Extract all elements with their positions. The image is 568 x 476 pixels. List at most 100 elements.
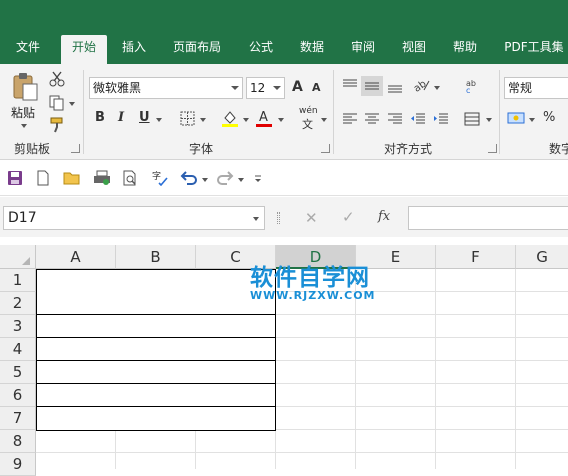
name-box[interactable]: D17: [3, 206, 265, 230]
currency-dropdown-icon[interactable]: [529, 118, 535, 122]
cancel-icon[interactable]: ✕: [305, 209, 318, 227]
customize-qat-icon[interactable]: [253, 170, 271, 188]
formula-input[interactable]: [408, 206, 568, 230]
paste-button[interactable]: 粘贴: [11, 104, 35, 121]
align-left-icon[interactable]: [340, 109, 360, 129]
align-middle-icon[interactable]: [361, 76, 383, 96]
tab-view[interactable]: 视图: [394, 35, 434, 64]
copy-icon[interactable]: [48, 94, 66, 112]
open-folder-icon[interactable]: [63, 170, 81, 188]
row-header-8[interactable]: 8: [0, 430, 36, 453]
grow-font-button[interactable]: A: [292, 79, 303, 95]
align-center-icon[interactable]: [362, 109, 382, 129]
paste-dropdown-icon[interactable]: [21, 124, 27, 128]
tab-page-layout[interactable]: 页面布局: [167, 35, 227, 64]
row-header-1[interactable]: 1: [0, 269, 36, 292]
tab-help[interactable]: 帮助: [445, 35, 485, 64]
svg-text:字: 字: [152, 170, 161, 182]
print-icon[interactable]: [93, 170, 111, 188]
increase-indent-icon[interactable]: [431, 109, 451, 129]
chevron-down-icon: [231, 86, 239, 90]
font-color-icon[interactable]: A: [254, 108, 274, 128]
font-family-value: 微软雅黑: [93, 81, 142, 95]
svg-text:c: c: [466, 86, 470, 94]
column-header-a[interactable]: A: [36, 245, 116, 269]
font-color-dropdown-icon[interactable]: [278, 118, 284, 122]
chevron-down-icon: [253, 217, 259, 221]
row-header-5[interactable]: 5: [0, 361, 36, 384]
fill-color-icon[interactable]: [220, 108, 240, 128]
row-header-3[interactable]: 3: [0, 315, 36, 338]
new-file-icon[interactable]: [35, 170, 53, 188]
align-top-icon[interactable]: [340, 76, 360, 96]
redo-icon[interactable]: [216, 170, 234, 188]
font-family-select[interactable]: 微软雅黑: [89, 77, 243, 99]
clipboard-launcher-icon[interactable]: [71, 144, 80, 153]
number-format-select[interactable]: 常规: [504, 77, 568, 99]
spreadsheet-grid: A B C D E F G 1 2 3 4 5 6 7 8 9 软件自学网 WW…: [0, 245, 568, 476]
shrink-font-button[interactable]: A: [312, 81, 321, 94]
row-header-9[interactable]: 9: [0, 453, 36, 476]
align-right-icon[interactable]: [385, 109, 405, 129]
decrease-indent-icon[interactable]: [408, 109, 428, 129]
underline-dropdown-icon[interactable]: [156, 118, 162, 122]
bold-button[interactable]: B: [95, 110, 105, 125]
column-header-g[interactable]: G: [516, 245, 568, 269]
tab-pdf-tools[interactable]: PDF工具集: [500, 35, 568, 64]
tab-data[interactable]: 数据: [292, 35, 332, 64]
row-header-2[interactable]: 2: [0, 292, 36, 315]
row-header-6[interactable]: 6: [0, 384, 36, 407]
redo-dropdown-icon[interactable]: [238, 178, 244, 182]
ribbon-tabs: 文件 开始 插入 页面布局 公式 数据 审阅 视图 帮助 PDF工具集: [0, 35, 568, 64]
select-all-corner[interactable]: [0, 245, 36, 269]
tab-file[interactable]: 文件: [8, 35, 48, 64]
cut-icon[interactable]: [48, 70, 66, 88]
font-launcher-icon[interactable]: [321, 144, 330, 153]
enter-icon[interactable]: ✓: [342, 208, 355, 226]
orientation-dropdown-icon[interactable]: [434, 86, 440, 90]
tab-review[interactable]: 审阅: [343, 35, 383, 64]
tab-insert[interactable]: 插入: [114, 35, 154, 64]
wrap-text-icon[interactable]: ab c: [462, 76, 482, 96]
watermark: 软件自学网 WWW.RJZXW.COM: [250, 265, 376, 302]
undo-dropdown-icon[interactable]: [202, 178, 208, 182]
alignment-group-label: 对齐方式: [384, 142, 433, 156]
merge-center-icon[interactable]: [462, 109, 482, 129]
phonetic-char-icon: 文: [302, 118, 313, 131]
watermark-title: 软件自学网: [250, 265, 370, 291]
spelling-icon[interactable]: 字: [151, 170, 169, 188]
borders-icon[interactable]: [178, 109, 196, 127]
quick-access-toolbar: 字: [0, 161, 568, 196]
tab-formulas[interactable]: 公式: [241, 35, 281, 64]
save-icon[interactable]: [7, 170, 25, 188]
undo-icon[interactable]: [180, 170, 198, 188]
chevron-down-icon: [273, 86, 281, 90]
italic-button[interactable]: I: [118, 110, 124, 125]
splitter-handle[interactable]: [277, 212, 280, 224]
font-size-select[interactable]: 12: [246, 77, 285, 99]
print-preview-icon[interactable]: [122, 170, 140, 188]
font-group-label: 字体: [189, 142, 214, 156]
tab-home[interactable]: 开始: [61, 35, 107, 64]
column-header-f[interactable]: F: [436, 245, 516, 269]
format-painter-icon[interactable]: [48, 116, 66, 134]
number-format-value: 常规: [508, 81, 533, 95]
column-header-b[interactable]: B: [116, 245, 196, 269]
merge-dropdown-icon[interactable]: [486, 118, 492, 122]
row-header-4[interactable]: 4: [0, 338, 36, 361]
alignment-launcher-icon[interactable]: [488, 144, 497, 153]
underline-button[interactable]: U: [139, 110, 150, 125]
copy-dropdown-icon[interactable]: [69, 102, 75, 106]
percent-button[interactable]: %: [543, 110, 555, 125]
fill-color-dropdown-icon[interactable]: [243, 118, 249, 122]
currency-icon[interactable]: [506, 108, 526, 128]
paste-icon[interactable]: [10, 72, 40, 102]
orientation-icon[interactable]: ab: [410, 74, 432, 96]
phonetic-button[interactable]: wén: [299, 106, 318, 116]
phonetic-dropdown-icon[interactable]: [321, 118, 327, 122]
align-bottom-icon[interactable]: [385, 76, 405, 96]
borders-dropdown-icon[interactable]: [200, 118, 206, 122]
insert-function-button[interactable]: fx: [378, 209, 390, 224]
ribbon: 粘贴 剪贴板 微软雅黑 12 A A B I U A wén 文 字体 ab a…: [0, 64, 568, 160]
row-header-7[interactable]: 7: [0, 407, 36, 430]
